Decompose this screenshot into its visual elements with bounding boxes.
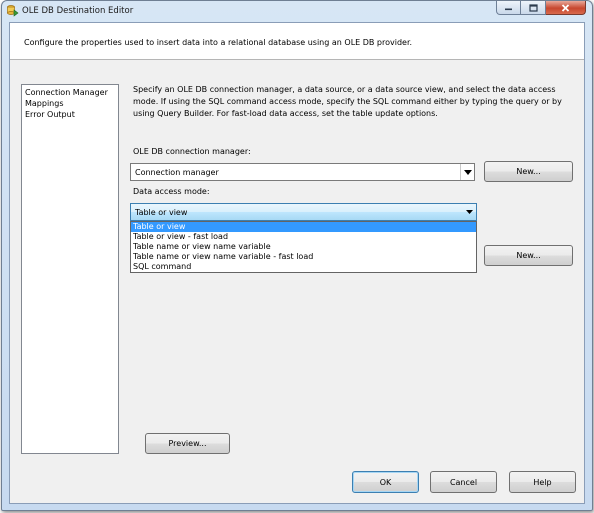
page-navigation-list[interactable]: Connection Manager Mappings Error Output xyxy=(21,84,119,454)
minimize-icon xyxy=(505,8,512,10)
caption-buttons xyxy=(496,1,586,15)
data-access-mode-select[interactable]: Table or view xyxy=(130,203,477,221)
option-sql-command[interactable]: SQL command xyxy=(131,262,476,272)
ole-db-destination-icon xyxy=(6,4,19,17)
data-access-mode-label: Data access mode: xyxy=(133,187,210,196)
cancel-button[interactable]: Cancel xyxy=(430,471,497,493)
new-connection-button[interactable]: New... xyxy=(484,161,573,182)
window-title: OLE DB Destination Editor xyxy=(22,6,134,16)
option-table-or-view[interactable]: Table or view xyxy=(131,222,476,232)
close-icon xyxy=(561,3,570,12)
new-table-button[interactable]: New... xyxy=(484,245,573,266)
maximize-button[interactable] xyxy=(521,1,546,15)
ok-button[interactable]: OK xyxy=(352,471,419,493)
chevron-down-icon[interactable] xyxy=(462,204,476,220)
maximize-icon xyxy=(528,3,538,12)
nav-item-error-output[interactable]: Error Output xyxy=(25,109,118,120)
header-description: Configure the properties used to insert … xyxy=(24,38,413,47)
title-bar[interactable]: OLE DB Destination Editor xyxy=(2,1,592,21)
dialog-client-area: Configure the properties used to insert … xyxy=(9,22,585,504)
dialog-window: OLE DB Destination Editor Configure the … xyxy=(1,0,593,511)
chevron-down-icon[interactable] xyxy=(460,164,474,180)
header-band: Configure the properties used to insert … xyxy=(10,23,584,60)
connection-manager-select[interactable]: Connection manager xyxy=(130,163,475,181)
page-description: Specify an OLE DB connection manager, a … xyxy=(133,85,562,118)
data-access-mode-options[interactable]: Table or view Table or view - fast load … xyxy=(130,221,477,273)
preview-button[interactable]: Preview... xyxy=(145,433,230,454)
option-table-or-view-fast-load[interactable]: Table or view - fast load xyxy=(131,232,476,242)
option-table-name-variable-fast-load[interactable]: Table name or view name variable - fast … xyxy=(131,252,476,262)
connection-manager-value: Connection manager xyxy=(135,167,219,177)
close-button[interactable] xyxy=(546,1,586,15)
connection-manager-label: OLE DB connection manager: xyxy=(133,147,251,156)
help-button[interactable]: Help xyxy=(509,471,576,493)
minimize-button[interactable] xyxy=(496,1,521,15)
nav-item-mappings[interactable]: Mappings xyxy=(25,98,118,109)
data-access-mode-value: Table or view xyxy=(135,207,188,217)
option-table-name-variable[interactable]: Table name or view name variable xyxy=(131,242,476,252)
nav-item-connection-manager[interactable]: Connection Manager xyxy=(25,87,118,98)
